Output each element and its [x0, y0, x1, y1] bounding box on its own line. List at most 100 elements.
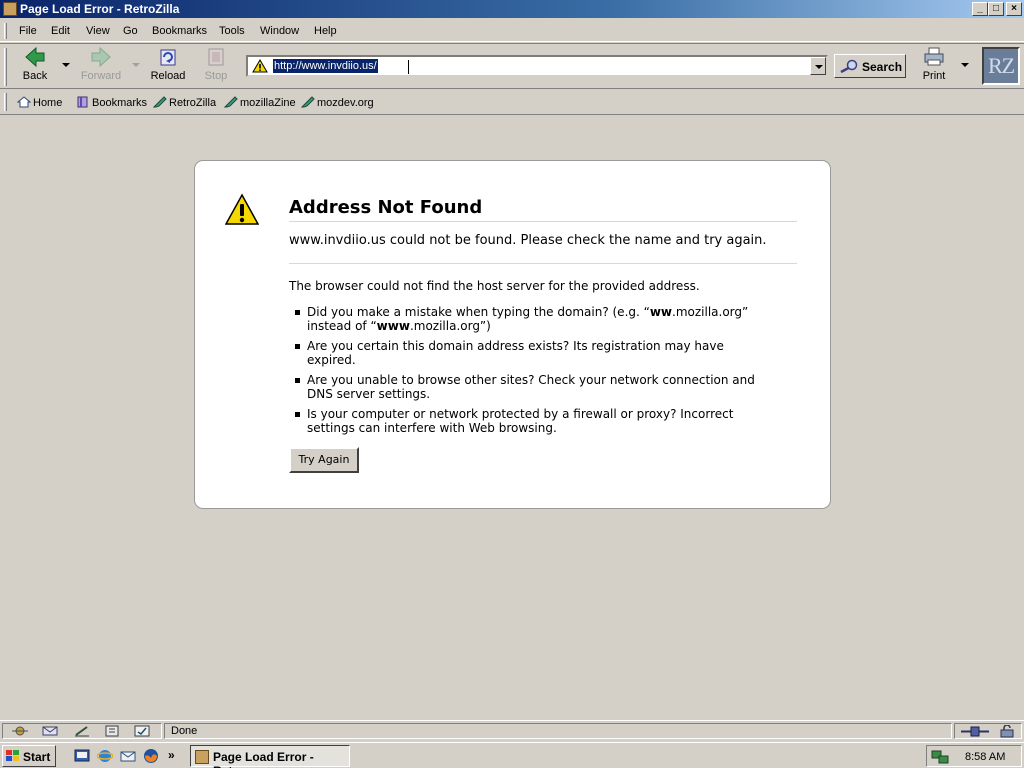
outlook-express-icon[interactable] [120, 748, 136, 764]
search-label: Search [862, 60, 903, 74]
start-label: Start [23, 750, 51, 764]
task-label: Page Load Error - Retr... [213, 750, 314, 768]
list-item: Did you make a mistake when typing the d… [289, 305, 759, 333]
back-button[interactable]: Back [13, 47, 57, 87]
forward-icon [91, 47, 111, 67]
error-short-description: www.invdiio.us could not be found. Pleas… [289, 233, 767, 248]
bookmark-icon [153, 96, 167, 108]
security-lock-icon[interactable] [999, 725, 1015, 738]
menu-go[interactable]: Go [123, 25, 138, 37]
try-again-button[interactable]: Try Again [289, 447, 359, 473]
error-long-description: The browser could not find the host serv… [289, 279, 700, 293]
url-dropdown-button[interactable] [810, 57, 826, 75]
menu-edit[interactable]: Edit [51, 25, 70, 37]
component-bar [2, 723, 162, 739]
app-icon [195, 750, 209, 764]
menu-window[interactable]: Window [260, 25, 299, 37]
toolbar-grip[interactable] [4, 23, 7, 39]
mail-icon[interactable] [41, 725, 59, 737]
menu-help[interactable]: Help [314, 25, 337, 37]
navigator-icon[interactable] [11, 725, 29, 737]
maximize-button[interactable]: □ [988, 2, 1004, 16]
stop-label: Stop [204, 70, 228, 82]
toolbar-grip[interactable] [4, 48, 7, 86]
forward-label: Forward [80, 70, 122, 82]
error-title: Address Not Found [289, 197, 797, 222]
bookmark-mozdev[interactable]: mozdev.org [301, 96, 374, 109]
internet-explorer-icon[interactable] [97, 748, 113, 764]
error-box: Address Not Found www.invdiio.us could n… [194, 160, 831, 509]
show-desktop-icon[interactable] [74, 748, 90, 764]
page-content: Address Not Found www.invdiio.us could n… [0, 116, 1024, 720]
close-button[interactable]: × [1006, 2, 1022, 16]
menu-file[interactable]: File [19, 25, 37, 37]
taskbar-task-retrozilla[interactable]: Page Load Error - Retr... [190, 745, 350, 768]
bookmark-retrozilla[interactable]: RetroZilla [153, 96, 216, 109]
menu-tools[interactable]: Tools [219, 25, 245, 37]
search-icon [840, 59, 858, 73]
warning-icon [252, 59, 268, 73]
chat-icon[interactable] [133, 725, 151, 737]
bookmark-mozillazine[interactable]: mozillaZine [224, 96, 296, 109]
clock[interactable]: 8:58 AM [965, 751, 1005, 763]
print-dropdown-arrow[interactable] [961, 63, 969, 67]
bookmark-retrozilla-label: RetroZilla [169, 97, 217, 109]
system-tray: 8:58 AM [926, 745, 1022, 767]
url-bar[interactable]: http://www.invdiio.us/ [246, 55, 828, 77]
bullet-text: .mozilla.org”) [409, 319, 491, 333]
reload-icon [160, 49, 176, 66]
throbber-logo[interactable]: RZ [982, 47, 1020, 85]
warning-icon [225, 193, 259, 225]
print-label: Print [922, 70, 946, 82]
list-item: Are you certain this domain address exis… [289, 339, 759, 367]
print-button[interactable]: Print [916, 47, 952, 87]
bookmark-mozillazine-label: mozillaZine [240, 97, 296, 109]
forward-button[interactable]: Forward [79, 47, 123, 87]
start-button[interactable]: Start [2, 745, 56, 767]
bullet-text: Did you make a mistake when typing the d… [307, 305, 650, 319]
title-bar[interactable]: Page Load Error - RetroZilla _ □ × [0, 0, 1024, 18]
stop-button[interactable]: Stop [194, 47, 238, 87]
online-status-icon[interactable] [961, 726, 989, 737]
bullet-text-bold: www [376, 319, 410, 333]
composer-icon[interactable] [73, 725, 91, 737]
reload-button[interactable]: Reload [146, 47, 190, 87]
list-item: Is your computer or network protected by… [289, 407, 759, 435]
divider [289, 263, 797, 264]
forward-dropdown-arrow[interactable] [132, 63, 140, 67]
minimize-button[interactable]: _ [972, 2, 988, 16]
status-text: Done [164, 723, 952, 739]
print-icon [924, 47, 944, 66]
windows-logo-icon [6, 750, 19, 761]
bookmark-bookmarks[interactable]: Bookmarks [76, 96, 147, 109]
toolbar-grip[interactable] [4, 93, 7, 111]
bookmark-home[interactable]: Home [17, 96, 62, 109]
bookmark-home-label: Home [33, 97, 63, 109]
error-suggestions: Did you make a mistake when typing the d… [289, 305, 759, 441]
firefox-icon[interactable] [143, 748, 159, 764]
bookmark-bookmarks-label: Bookmarks [92, 97, 148, 109]
network-icon[interactable] [931, 749, 949, 765]
stop-icon [208, 48, 224, 66]
back-icon [25, 47, 45, 67]
window-title: Page Load Error - RetroZilla [20, 2, 180, 16]
text-cursor [408, 60, 409, 74]
menu-bookmarks[interactable]: Bookmarks [152, 25, 207, 37]
app-icon[interactable] [3, 2, 17, 16]
reload-label: Reload [150, 70, 186, 82]
taskbar: Start » Page Load Error - Retr... 8:58 A… [0, 742, 1024, 768]
list-item: Are you unable to browse other sites? Ch… [289, 373, 759, 401]
url-text[interactable]: http://www.invdiio.us/ [273, 59, 378, 73]
bullet-text-bold: ww [649, 305, 673, 319]
address-book-icon[interactable] [103, 725, 121, 737]
menu-bar: File Edit View Go Bookmarks Tools Window… [0, 20, 1024, 42]
bookmark-mozdev-label: mozdev.org [317, 97, 374, 109]
back-dropdown-arrow[interactable] [62, 63, 70, 67]
status-bar: Done [0, 720, 1024, 740]
back-label: Back [22, 70, 48, 82]
status-indicators [954, 723, 1022, 739]
menu-view[interactable]: View [86, 25, 110, 37]
search-button[interactable]: Search [834, 54, 906, 78]
bookmark-icon [301, 96, 315, 108]
quick-launch-chevron[interactable]: » [168, 748, 175, 762]
